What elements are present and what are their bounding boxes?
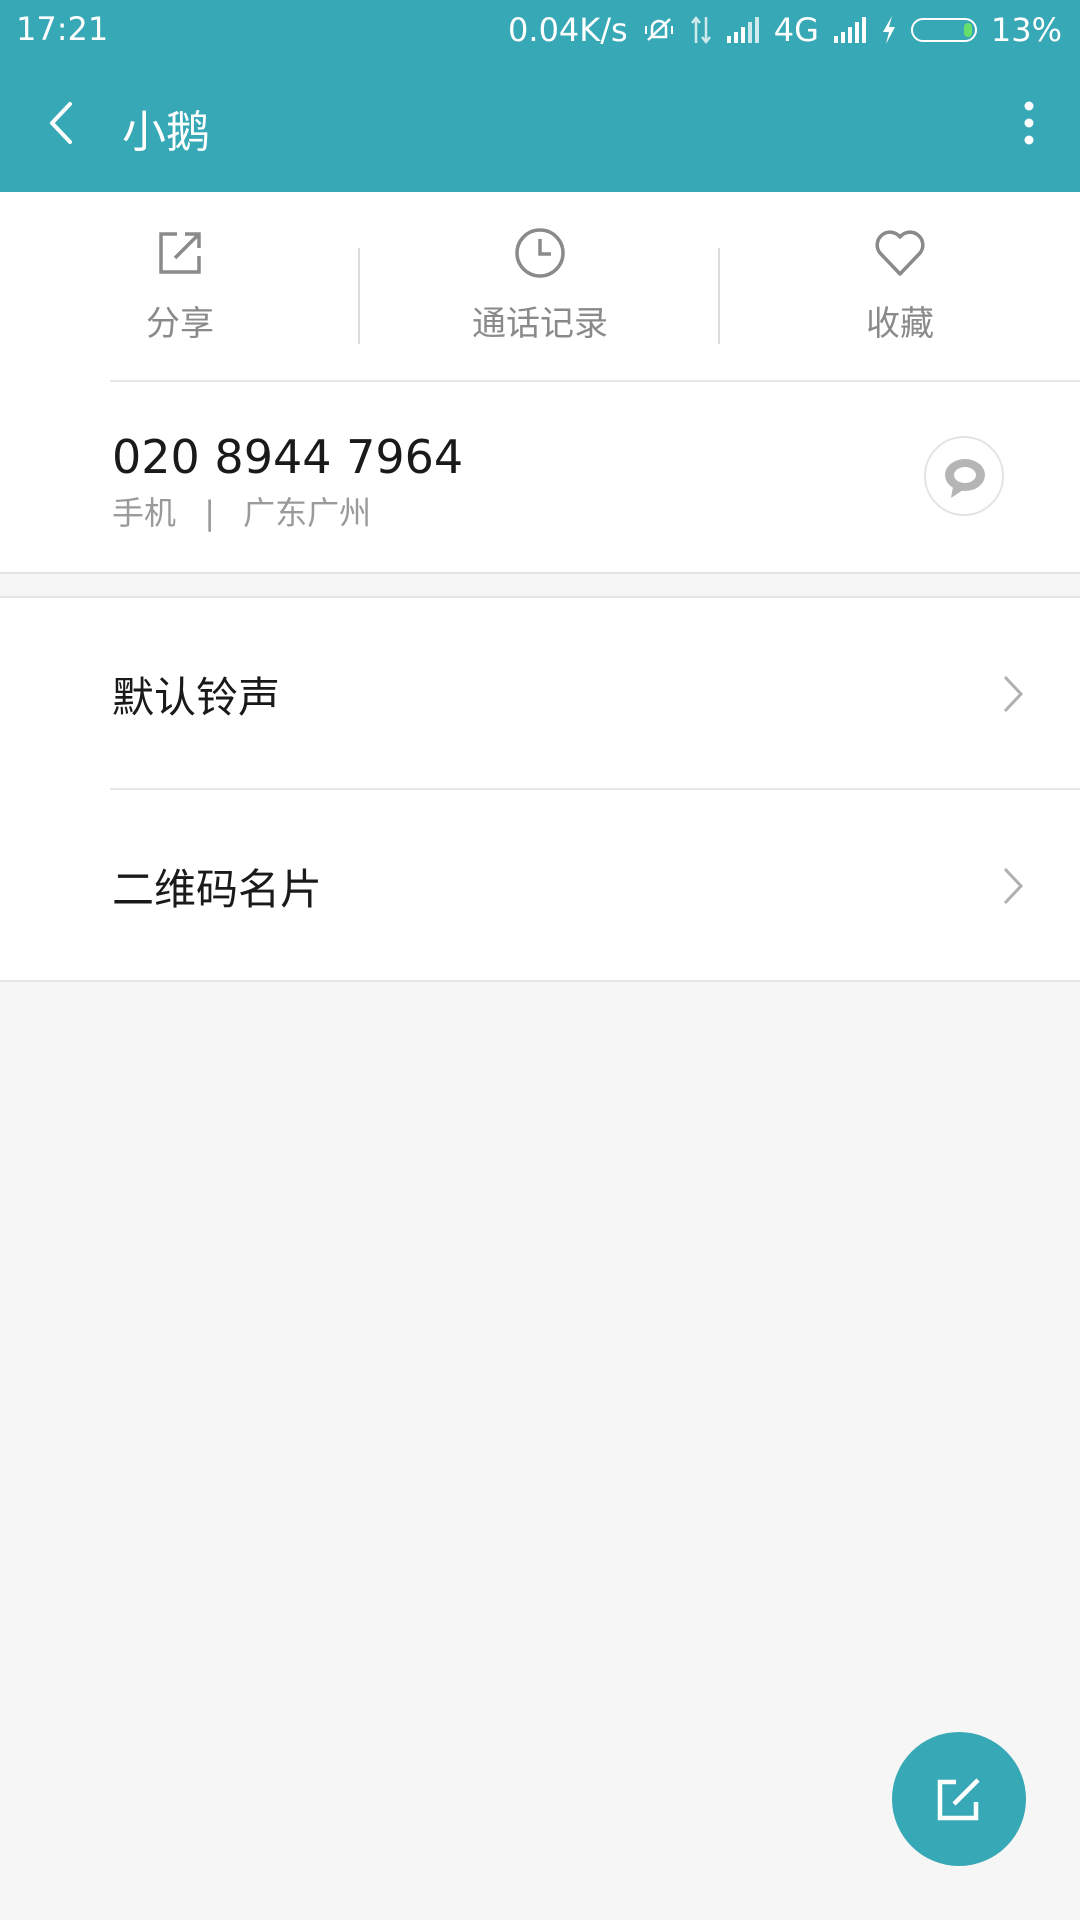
edit-icon <box>937 1778 980 1821</box>
status-indicators: 0.04K/s 4G 13% <box>508 10 1062 50</box>
battery-icon <box>910 18 977 42</box>
share-icon <box>159 232 201 274</box>
mute-icon <box>644 18 673 41</box>
battery-level <box>963 23 972 37</box>
status-bar: 17:21 0.04K/s 4G 13% <box>0 0 1080 64</box>
charging-icon <box>882 16 895 44</box>
call-log-button[interactable]: 通话记录 <box>360 226 720 345</box>
qr-card-label: 二维码名片 <box>112 865 323 914</box>
divider <box>110 380 1080 382</box>
back-arrow-icon[interactable] <box>40 98 84 148</box>
data-arrows-icon <box>690 15 711 45</box>
list-item-qr-card[interactable]: 二维码名片 <box>0 790 1080 980</box>
quick-actions: 分享 通话记录 收藏 <box>0 192 1080 380</box>
contact-name: 小鹅 <box>122 107 210 158</box>
battery-percent: 13% <box>990 11 1062 49</box>
section-divider <box>0 572 1080 574</box>
edit-contact-button[interactable] <box>892 1732 1026 1866</box>
favorite-button[interactable]: 收藏 <box>720 226 1080 345</box>
share-label: 分享 <box>146 304 214 344</box>
app-header: 17:21 0.04K/s 4G 13% 小鹅 <box>0 0 1080 192</box>
phone-meta: 手机 | 广东广州 <box>112 488 371 534</box>
clock-icon <box>515 228 565 278</box>
favorite-label: 收藏 <box>866 304 934 344</box>
message-icon <box>945 459 985 498</box>
more-vertical-icon[interactable] <box>1018 100 1040 146</box>
chevron-right-icon <box>1003 867 1024 905</box>
list-item-ringtone[interactable]: 默认铃声 <box>0 598 1080 788</box>
phone-entry[interactable]: 020 8944 7964 手机 | 广东广州 <box>0 380 1080 572</box>
network-type: 4G <box>773 11 819 49</box>
phone-location: 广东广州 <box>243 494 372 532</box>
status-time: 17:21 <box>16 10 109 48</box>
signal-icon <box>833 17 866 43</box>
message-button[interactable] <box>924 436 1004 516</box>
phone-number[interactable]: 020 8944 7964 <box>112 430 463 484</box>
phone-type: 手机 <box>112 494 177 532</box>
signal-icon <box>726 17 759 43</box>
ringtone-label: 默认铃声 <box>112 673 281 722</box>
call-log-label: 通话记录 <box>472 304 608 344</box>
chevron-right-icon <box>1003 675 1024 713</box>
share-button[interactable]: 分享 <box>0 226 360 345</box>
heart-icon <box>875 230 925 276</box>
net-speed: 0.04K/s <box>508 11 628 49</box>
settings-list: 默认铃声 二维码名片 <box>0 596 1080 982</box>
meta-separator: | <box>204 494 215 532</box>
